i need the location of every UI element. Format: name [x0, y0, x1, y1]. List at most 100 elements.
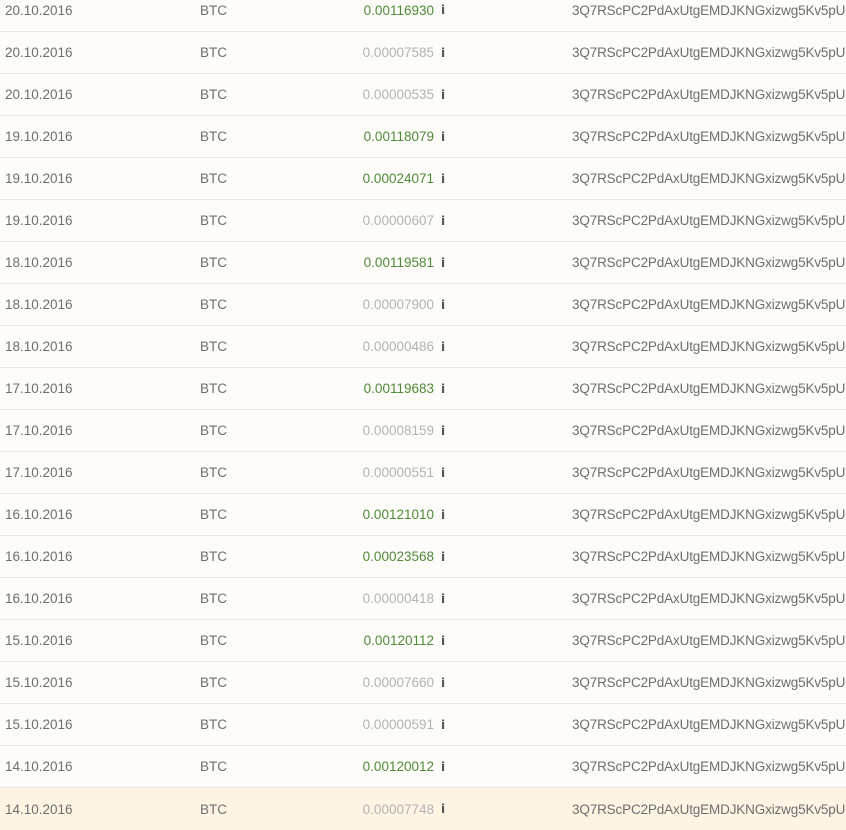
transaction-address: 3Q7RScPC2PdAxUtgEMDJKNGxizwg5Kv5pU [572, 87, 846, 102]
transaction-address: 3Q7RScPC2PdAxUtgEMDJKNGxizwg5Kv5pU [572, 129, 846, 144]
table-row[interactable]: 14.10.2016 BTC 0.00120012 i 3Q7RScPC2PdA… [0, 746, 846, 788]
transaction-date: 17.10.2016 [5, 423, 73, 438]
transaction-currency: BTC [200, 801, 227, 817]
transaction-address: 3Q7RScPC2PdAxUtgEMDJKNGxizwg5Kv5pU [572, 423, 846, 438]
info-icon[interactable]: i [441, 242, 451, 283]
transaction-date: 19.10.2016 [5, 213, 73, 228]
table-row[interactable]: 20.10.2016 BTC 0.00116930 i 3Q7RScPC2PdA… [0, 0, 846, 32]
info-icon[interactable]: i [441, 74, 451, 115]
info-icon[interactable]: i [441, 620, 451, 661]
transaction-amount: 0.00023568 [362, 549, 434, 564]
transaction-date: 16.10.2016 [5, 507, 73, 522]
info-icon[interactable]: i [441, 746, 451, 787]
info-icon[interactable]: i [441, 536, 451, 577]
transaction-amount: 0.00119683 [363, 381, 434, 396]
table-row[interactable]: 20.10.2016 BTC 0.00000535 i 3Q7RScPC2PdA… [0, 74, 846, 116]
transaction-currency: BTC [200, 675, 227, 690]
table-row[interactable]: 15.10.2016 BTC 0.00000591 i 3Q7RScPC2PdA… [0, 704, 846, 746]
transaction-currency: BTC [200, 633, 227, 648]
transaction-date: 19.10.2016 [5, 129, 73, 144]
transaction-address: 3Q7RScPC2PdAxUtgEMDJKNGxizwg5Kv5pU [572, 339, 846, 354]
transaction-date: 15.10.2016 [5, 633, 73, 648]
table-row[interactable]: 19.10.2016 BTC 0.00118079 i 3Q7RScPC2PdA… [0, 116, 846, 158]
info-icon[interactable]: i [441, 368, 451, 409]
table-row[interactable]: 14.10.2016 BTC 0.00007748 i 3Q7RScPC2PdA… [0, 788, 846, 830]
transaction-date: 18.10.2016 [5, 255, 73, 270]
transaction-currency: BTC [200, 213, 227, 228]
transaction-address: 3Q7RScPC2PdAxUtgEMDJKNGxizwg5Kv5pU [572, 381, 846, 396]
info-icon[interactable]: i [441, 704, 451, 745]
transaction-currency: BTC [200, 717, 227, 732]
info-icon[interactable]: i [441, 494, 451, 535]
table-row[interactable]: 16.10.2016 BTC 0.00023568 i 3Q7RScPC2PdA… [0, 536, 846, 578]
transaction-date: 17.10.2016 [5, 381, 73, 396]
info-icon[interactable]: i [441, 32, 451, 73]
table-row[interactable]: 16.10.2016 BTC 0.00121010 i 3Q7RScPC2PdA… [0, 494, 846, 536]
transaction-currency: BTC [200, 87, 227, 102]
transaction-currency: BTC [200, 465, 227, 480]
transaction-date: 15.10.2016 [5, 675, 73, 690]
transaction-amount: 0.00000551 [362, 465, 434, 480]
info-icon[interactable]: i [441, 788, 451, 830]
info-icon[interactable]: i [441, 158, 451, 199]
info-icon[interactable]: i [441, 410, 451, 451]
transaction-amount: 0.00000486 [362, 339, 434, 354]
transaction-amount: 0.00000591 [362, 717, 434, 732]
table-row[interactable]: 19.10.2016 BTC 0.00000607 i 3Q7RScPC2PdA… [0, 200, 846, 242]
table-row[interactable]: 18.10.2016 BTC 0.00007900 i 3Q7RScPC2PdA… [0, 284, 846, 326]
transaction-address: 3Q7RScPC2PdAxUtgEMDJKNGxizwg5Kv5pU [572, 45, 846, 60]
info-icon[interactable]: i [441, 200, 451, 241]
info-icon[interactable]: i [441, 116, 451, 157]
transaction-address: 3Q7RScPC2PdAxUtgEMDJKNGxizwg5Kv5pU [572, 297, 846, 312]
transaction-date: 16.10.2016 [5, 591, 73, 606]
transaction-currency: BTC [200, 381, 227, 396]
transaction-currency: BTC [200, 255, 227, 270]
transaction-currency: BTC [200, 3, 227, 18]
info-icon[interactable]: i [441, 578, 451, 619]
transaction-amount: 0.00024071 [362, 171, 434, 186]
transaction-address: 3Q7RScPC2PdAxUtgEMDJKNGxizwg5Kv5pU [572, 465, 846, 480]
transaction-amount: 0.00119581 [363, 255, 434, 270]
info-icon[interactable]: i [441, 0, 451, 31]
transaction-date: 14.10.2016 [5, 759, 73, 774]
table-row[interactable]: 20.10.2016 BTC 0.00007585 i 3Q7RScPC2PdA… [0, 32, 846, 74]
transaction-amount: 0.00120112 [363, 633, 434, 648]
transaction-amount: 0.00121010 [362, 507, 434, 522]
transaction-amount: 0.00007900 [362, 297, 434, 312]
table-row[interactable]: 18.10.2016 BTC 0.00000486 i 3Q7RScPC2PdA… [0, 326, 846, 368]
transaction-currency: BTC [200, 297, 227, 312]
info-icon[interactable]: i [441, 326, 451, 367]
transaction-address: 3Q7RScPC2PdAxUtgEMDJKNGxizwg5Kv5pU [572, 171, 846, 186]
table-row[interactable]: 17.10.2016 BTC 0.00008159 i 3Q7RScPC2PdA… [0, 410, 846, 452]
transaction-address: 3Q7RScPC2PdAxUtgEMDJKNGxizwg5Kv5pU [572, 675, 846, 690]
info-icon[interactable]: i [441, 284, 451, 325]
table-row[interactable]: 17.10.2016 BTC 0.00119683 i 3Q7RScPC2PdA… [0, 368, 846, 410]
transaction-address: 3Q7RScPC2PdAxUtgEMDJKNGxizwg5Kv5pU [572, 717, 846, 732]
table-row[interactable]: 17.10.2016 BTC 0.00000551 i 3Q7RScPC2PdA… [0, 452, 846, 494]
table-row[interactable]: 15.10.2016 BTC 0.00120112 i 3Q7RScPC2PdA… [0, 620, 846, 662]
transaction-currency: BTC [200, 591, 227, 606]
transaction-date: 20.10.2016 [5, 3, 73, 18]
transaction-address: 3Q7RScPC2PdAxUtgEMDJKNGxizwg5Kv5pU [572, 633, 846, 648]
transaction-date: 20.10.2016 [5, 87, 73, 102]
transaction-amount: 0.00120012 [362, 759, 434, 774]
transaction-amount: 0.00007748 [362, 801, 434, 817]
transaction-amount: 0.00007585 [362, 45, 434, 60]
transaction-amount: 0.00116930 [363, 3, 434, 18]
transaction-date: 17.10.2016 [5, 465, 73, 480]
table-row[interactable]: 15.10.2016 BTC 0.00007660 i 3Q7RScPC2PdA… [0, 662, 846, 704]
transaction-address: 3Q7RScPC2PdAxUtgEMDJKNGxizwg5Kv5pU [572, 549, 846, 564]
transaction-amount: 0.00000607 [362, 213, 434, 228]
transaction-currency: BTC [200, 507, 227, 522]
table-row[interactable]: 16.10.2016 BTC 0.00000418 i 3Q7RScPC2PdA… [0, 578, 846, 620]
table-row[interactable]: 18.10.2016 BTC 0.00119581 i 3Q7RScPC2PdA… [0, 242, 846, 284]
transaction-date: 19.10.2016 [5, 171, 73, 186]
info-icon[interactable]: i [441, 662, 451, 703]
info-icon[interactable]: i [441, 452, 451, 493]
transaction-amount: 0.00007660 [362, 675, 434, 690]
transaction-amount: 0.00000418 [362, 591, 434, 606]
table-row[interactable]: 19.10.2016 BTC 0.00024071 i 3Q7RScPC2PdA… [0, 158, 846, 200]
transaction-currency: BTC [200, 423, 227, 438]
transaction-currency: BTC [200, 45, 227, 60]
transaction-date: 14.10.2016 [5, 801, 73, 817]
